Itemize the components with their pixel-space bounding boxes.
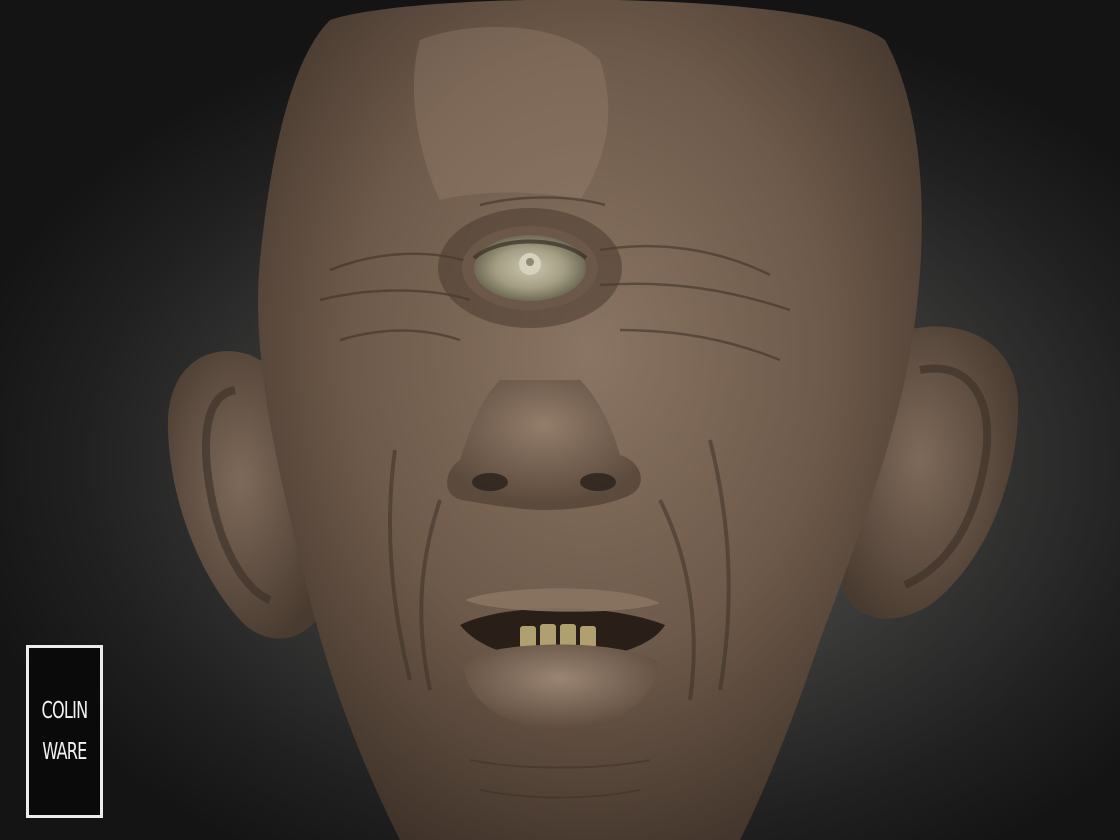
cyclops-head-render (167, 0, 1019, 840)
colin-ware-logo: COLIN WARE (26, 645, 103, 818)
logo-line-2: WARE (42, 738, 87, 765)
logo-line-1: COLIN (41, 697, 89, 724)
